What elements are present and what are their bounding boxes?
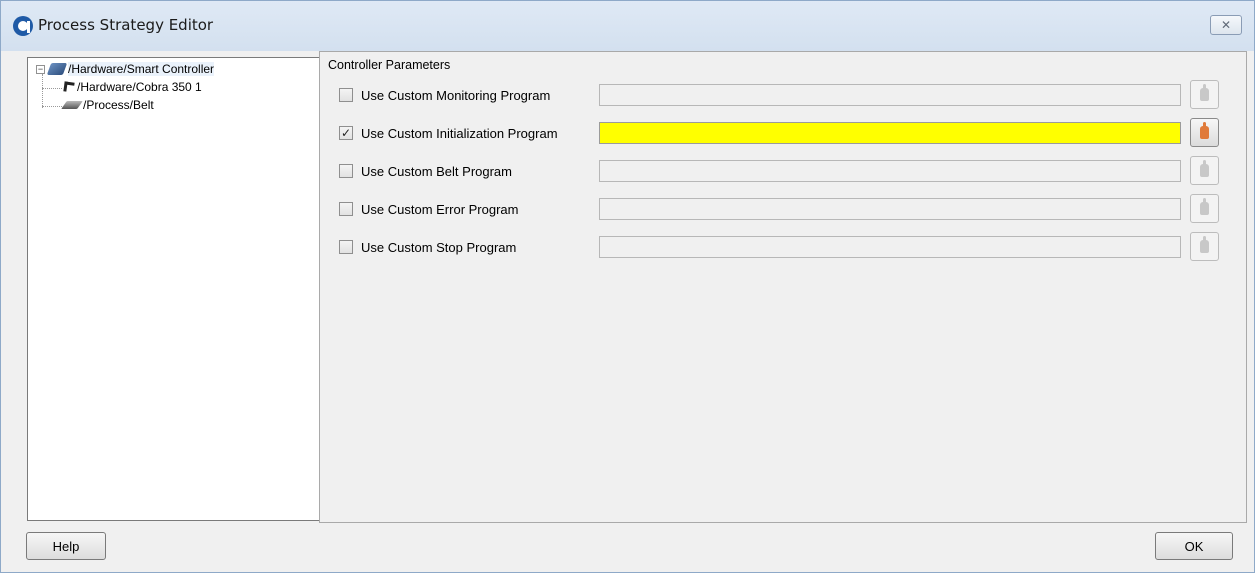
title-bar: Process Strategy Editor ✕ (1, 1, 1254, 51)
process-strategy-editor-window: Process Strategy Editor ✕ − /Hardware/Sm… (0, 0, 1255, 573)
hand-icon (1200, 122, 1209, 139)
tree-connector (42, 88, 62, 89)
monitoring-program-checkbox[interactable] (339, 88, 353, 102)
close-button[interactable]: ✕ (1210, 15, 1242, 35)
monitoring-program-select-button[interactable] (1190, 80, 1219, 109)
belt-program-field[interactable] (599, 160, 1181, 182)
checkbox-label[interactable]: Use Custom Stop Program (361, 240, 516, 255)
stop-program-row: Use Custom Stop Program (336, 232, 1219, 261)
collapse-icon[interactable]: − (36, 64, 45, 74)
belt-program-row: Use Custom Belt Program (336, 156, 1219, 185)
checkbox-label[interactable]: Use Custom Monitoring Program (361, 88, 550, 103)
monitoring-program-field[interactable] (599, 84, 1181, 106)
stop-program-select-button[interactable] (1190, 232, 1219, 261)
tree-connector (42, 106, 62, 107)
hand-icon (1200, 160, 1209, 177)
checkbox-label[interactable]: Use Custom Initialization Program (361, 126, 558, 141)
window-title: Process Strategy Editor (38, 16, 214, 34)
initialization-program-row: ✓ Use Custom Initialization Program (336, 118, 1219, 147)
initialization-program-select-button[interactable] (1190, 118, 1219, 147)
tree-item-label: /Hardware/Cobra 350 1 (77, 80, 202, 94)
tree-item-label: /Hardware/Smart Controller (68, 62, 215, 76)
monitoring-program-row: Use Custom Monitoring Program (336, 80, 1219, 109)
robot-icon (63, 81, 75, 93)
hand-icon (1200, 198, 1209, 215)
checkbox-label[interactable]: Use Custom Error Program (361, 202, 518, 217)
close-icon: ✕ (1220, 18, 1232, 32)
initialization-program-field[interactable] (599, 122, 1181, 144)
tree-item-label: /Process/Belt (83, 98, 154, 112)
checkbox-label[interactable]: Use Custom Belt Program (361, 164, 512, 179)
ok-button[interactable]: OK (1155, 532, 1233, 560)
hand-icon (1200, 236, 1209, 253)
tree-item-cobra-350[interactable]: /Hardware/Cobra 350 1 (63, 79, 202, 95)
controller-parameters-panel: Controller Parameters Use Custom Monitor… (319, 51, 1247, 523)
tree-connector (42, 74, 43, 108)
help-button[interactable]: Help (26, 532, 106, 560)
stop-program-checkbox[interactable] (339, 240, 353, 254)
app-logo-icon (13, 16, 33, 36)
tree-item-belt[interactable]: /Process/Belt (61, 97, 154, 113)
controller-icon (46, 63, 68, 75)
belt-program-checkbox[interactable] (339, 164, 353, 178)
belt-program-select-button[interactable] (1190, 156, 1219, 185)
strategy-tree[interactable]: − /Hardware/Smart Controller /Hardware/C… (27, 57, 325, 521)
belt-icon (61, 101, 83, 109)
error-program-select-button[interactable] (1190, 194, 1219, 223)
error-program-field[interactable] (599, 198, 1181, 220)
stop-program-field[interactable] (599, 236, 1181, 258)
check-mark-icon: ✓ (340, 126, 352, 140)
hand-icon (1200, 84, 1209, 101)
error-program-checkbox[interactable] (339, 202, 353, 216)
tree-item-smart-controller[interactable]: − /Hardware/Smart Controller (36, 61, 215, 77)
initialization-program-checkbox[interactable]: ✓ (339, 126, 353, 140)
dialog-client-area: − /Hardware/Smart Controller /Hardware/C… (9, 51, 1247, 569)
group-title: Controller Parameters (328, 58, 451, 72)
error-program-row: Use Custom Error Program (336, 194, 1219, 223)
